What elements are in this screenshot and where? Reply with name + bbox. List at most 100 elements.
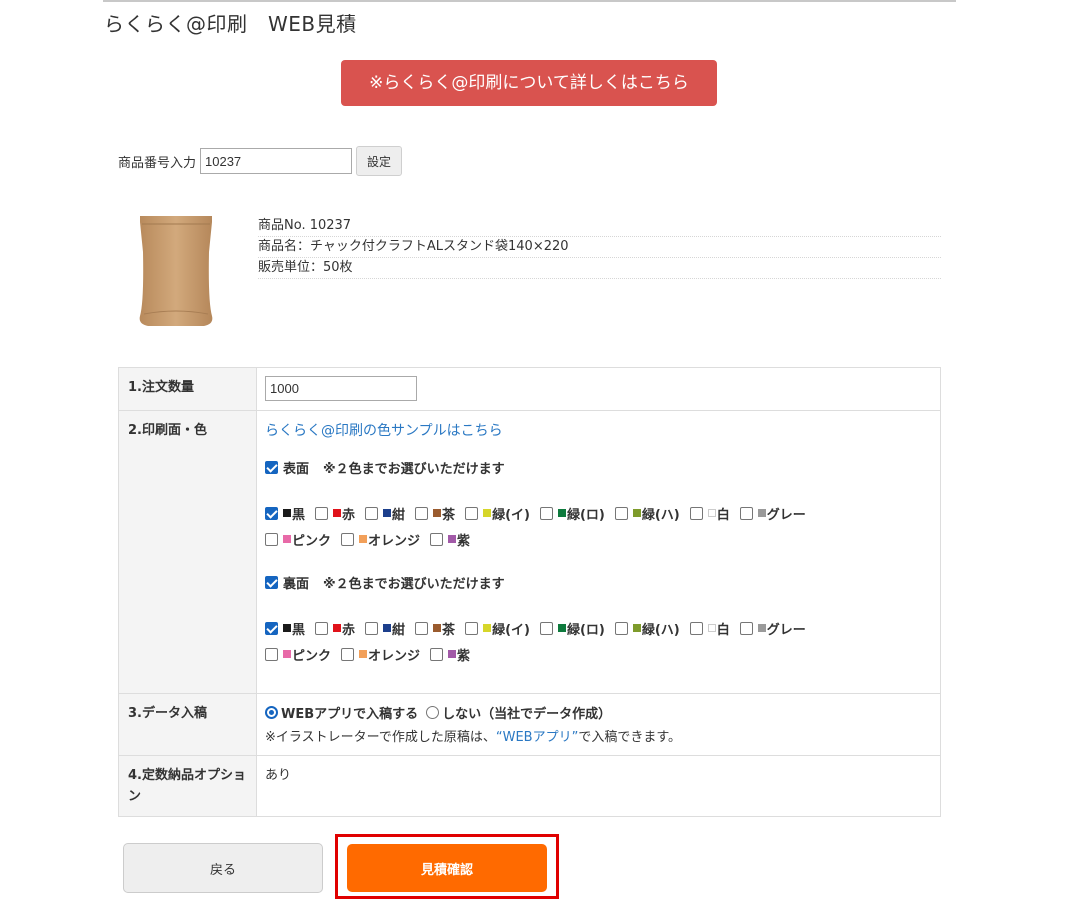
front-side-checkbox[interactable] bbox=[265, 460, 278, 474]
color-swatch bbox=[359, 535, 368, 543]
top-divider bbox=[103, 0, 956, 2]
color-swatch bbox=[333, 509, 342, 517]
front-color-label: 紺 bbox=[392, 507, 406, 523]
back-side-note: ※２色までお選びいただけます bbox=[323, 576, 505, 592]
web-app-option[interactable]: WEBアプリで入稿する bbox=[265, 703, 418, 722]
front-color-checkbox[interactable] bbox=[430, 532, 444, 546]
back-color-checkbox[interactable] bbox=[265, 621, 278, 635]
back-color-label: 白 bbox=[716, 622, 730, 638]
front-color-option[interactable]: 黒 bbox=[265, 504, 305, 523]
back-color-label: 緑(ロ) bbox=[566, 622, 605, 638]
back-color-checkbox[interactable] bbox=[539, 621, 553, 635]
back-color-label: オレンジ bbox=[368, 648, 421, 664]
back-color-option[interactable]: グレー bbox=[739, 619, 806, 638]
kraft-stand-pouch-image bbox=[139, 216, 213, 326]
web-app-radio[interactable] bbox=[265, 705, 278, 719]
front-color-label: 緑(イ) bbox=[492, 507, 530, 523]
front-color-option[interactable]: 紫 bbox=[430, 530, 470, 549]
front-color-checkbox[interactable] bbox=[365, 506, 379, 520]
back-color-row: ピンク オレンジ 紫 bbox=[265, 641, 932, 667]
color-swatch bbox=[557, 509, 566, 517]
back-color-option[interactable]: 黒 bbox=[265, 619, 305, 638]
product-info: 商品No. 10237 商品名：チャック付クラフトALスタンド袋140×220 … bbox=[258, 216, 941, 279]
web-app-link[interactable]: “WEBアプリ” bbox=[496, 730, 578, 745]
front-color-row: 黒 赤 紺 茶 緑(イ) 緑(ロ) 緑(ハ) 白 グレー bbox=[265, 500, 932, 526]
front-color-checkbox[interactable] bbox=[415, 506, 429, 520]
front-color-option[interactable]: 茶 bbox=[415, 504, 455, 523]
color-swatch bbox=[483, 509, 492, 517]
back-button[interactable]: 戻る bbox=[123, 843, 323, 893]
color-swatch bbox=[283, 509, 291, 517]
back-color-checkbox[interactable] bbox=[614, 621, 628, 635]
quantity-input[interactable] bbox=[265, 376, 417, 401]
front-color-label: 白 bbox=[716, 507, 730, 523]
back-color-label: 紺 bbox=[392, 622, 406, 638]
front-color-checkbox[interactable] bbox=[315, 506, 329, 520]
front-color-checkbox[interactable] bbox=[739, 506, 753, 520]
product-number-row: 商品番号入力 設定 bbox=[118, 146, 403, 176]
back-color-row: 黒 赤 紺 茶 緑(イ) 緑(ロ) 緑(ハ) 白 グレー bbox=[265, 615, 932, 641]
front-color-label: 赤 bbox=[342, 507, 356, 523]
back-color-label: 緑(イ) bbox=[492, 622, 530, 638]
back-color-option[interactable]: 茶 bbox=[415, 619, 455, 638]
front-color-option[interactable]: 緑(ロ) bbox=[539, 504, 605, 523]
front-color-option[interactable]: 緑(ハ) bbox=[614, 504, 680, 523]
back-color-checkbox[interactable] bbox=[365, 621, 379, 635]
back-color-checkbox[interactable] bbox=[739, 621, 753, 635]
color-sample-link[interactable]: らくらく@印刷の色サンプルはこちら bbox=[265, 420, 503, 440]
front-color-row: ピンク オレンジ 紫 bbox=[265, 526, 932, 552]
front-color-option[interactable]: グレー bbox=[739, 504, 806, 523]
no-upload-option[interactable]: しない（当社でデータ作成） bbox=[426, 703, 611, 722]
front-color-label: 紫 bbox=[457, 533, 471, 549]
fixed-delivery-label: 4.定数納品オプション bbox=[118, 755, 257, 817]
product-number-label: 商品番号入力 bbox=[118, 155, 197, 171]
back-color-option[interactable]: 紫 bbox=[430, 645, 470, 664]
back-color-option[interactable]: 紺 bbox=[365, 619, 405, 638]
back-color-option[interactable]: 緑(ロ) bbox=[539, 619, 605, 638]
front-color-option[interactable]: オレンジ bbox=[341, 530, 420, 549]
front-side-label: 表面 bbox=[283, 461, 310, 477]
data-submission-row: 3.データ入稿 WEBアプリで入稿する しない（当社でデータ作成） ※イラストレ… bbox=[118, 693, 941, 756]
back-color-option[interactable]: 白 bbox=[689, 619, 730, 638]
back-side-checkbox[interactable] bbox=[265, 575, 278, 589]
back-color-checkbox[interactable] bbox=[265, 647, 278, 661]
back-color-option[interactable]: 赤 bbox=[315, 619, 355, 638]
options-table: 1.注文数量 2.印刷面・色 らくらく@印刷の色サンプルはこちら 表面 ※２色ま… bbox=[118, 367, 941, 817]
front-color-checkbox[interactable] bbox=[614, 506, 628, 520]
back-color-checkbox[interactable] bbox=[689, 621, 703, 635]
back-color-checkbox[interactable] bbox=[341, 647, 355, 661]
print-row: 2.印刷面・色 らくらく@印刷の色サンプルはこちら 表面 ※２色までお選びいただ… bbox=[118, 410, 941, 694]
no-upload-radio[interactable] bbox=[426, 705, 440, 719]
front-color-option[interactable]: 白 bbox=[689, 504, 730, 523]
product-name-line: 商品名：チャック付クラフトALスタンド袋140×220 bbox=[258, 237, 941, 258]
back-color-label: 赤 bbox=[342, 622, 356, 638]
front-color-label: 緑(ハ) bbox=[641, 507, 680, 523]
front-color-checkbox[interactable] bbox=[689, 506, 703, 520]
info-banner-button[interactable]: ※らくらく@印刷について詳しくはこちら bbox=[341, 60, 717, 106]
back-color-option[interactable]: 緑(イ) bbox=[465, 619, 530, 638]
front-color-checkbox[interactable] bbox=[265, 506, 278, 520]
back-color-option[interactable]: ピンク bbox=[265, 645, 331, 664]
front-color-checkbox[interactable] bbox=[341, 532, 355, 546]
back-color-checkbox[interactable] bbox=[415, 621, 429, 635]
product-number-input[interactable] bbox=[200, 148, 353, 174]
set-button[interactable]: 設定 bbox=[356, 146, 403, 176]
front-color-option[interactable]: 紺 bbox=[365, 504, 405, 523]
back-color-option[interactable]: オレンジ bbox=[341, 645, 420, 664]
product-number-line: 商品No. 10237 bbox=[258, 216, 941, 237]
front-color-checkbox[interactable] bbox=[265, 532, 278, 546]
front-color-option[interactable]: 緑(イ) bbox=[465, 504, 530, 523]
back-color-option[interactable]: 緑(ハ) bbox=[614, 619, 680, 638]
front-color-checkbox[interactable] bbox=[539, 506, 553, 520]
front-color-label: グレー bbox=[766, 507, 806, 523]
estimate-confirm-button[interactable]: 見積確認 bbox=[347, 844, 547, 892]
fixed-delivery-value: あり bbox=[256, 755, 941, 817]
front-color-option[interactable]: 赤 bbox=[315, 504, 355, 523]
front-color-option[interactable]: ピンク bbox=[265, 530, 331, 549]
front-color-checkbox[interactable] bbox=[465, 506, 479, 520]
back-color-checkbox[interactable] bbox=[465, 621, 479, 635]
color-swatch bbox=[483, 624, 492, 632]
back-color-checkbox[interactable] bbox=[430, 647, 444, 661]
back-color-label: ピンク bbox=[292, 648, 332, 664]
back-color-checkbox[interactable] bbox=[315, 621, 329, 635]
